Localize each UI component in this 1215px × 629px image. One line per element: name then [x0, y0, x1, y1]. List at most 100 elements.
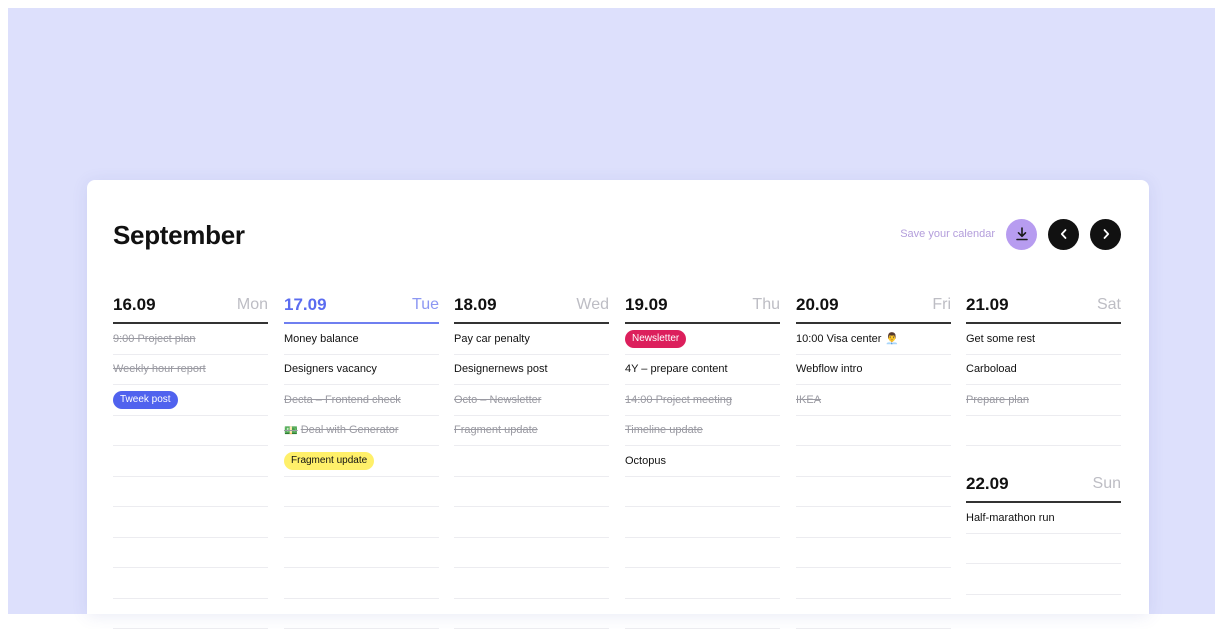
task-text: Webflow intro: [796, 363, 862, 375]
task-text: IKEA: [796, 394, 821, 406]
day-name: Tue: [412, 296, 439, 314]
task-tag: Tweek post: [113, 391, 178, 409]
task-slot[interactable]: [454, 507, 609, 538]
task-slot[interactable]: [966, 534, 1121, 565]
task-item[interactable]: Get some rest: [966, 324, 1121, 355]
task-text: Half-marathon run: [966, 512, 1055, 524]
task-slot[interactable]: [625, 538, 780, 569]
day-header: 19.09 Thu: [625, 288, 780, 324]
task-item[interactable]: Fragment update: [454, 416, 609, 447]
task-slot[interactable]: [113, 538, 268, 569]
day-header: 21.09Sat: [966, 288, 1121, 324]
day-date: 16.09: [113, 295, 156, 315]
task-item[interactable]: 14:00 Project meeting: [625, 385, 780, 416]
task-item[interactable]: Octopus: [625, 446, 780, 477]
day-date: 21.09: [966, 295, 1009, 315]
task-slot[interactable]: [796, 507, 951, 538]
coin-stack-icon: 💵: [284, 424, 298, 437]
day-header: 22.09 Sun: [966, 467, 1121, 503]
task-slot[interactable]: [796, 477, 951, 508]
prev-week-button[interactable]: [1048, 219, 1079, 250]
task-item[interactable]: Webflow intro: [796, 355, 951, 386]
task-slot[interactable]: [796, 538, 951, 569]
task-slot[interactable]: [966, 416, 1121, 447]
day-name: Mon: [237, 296, 268, 314]
download-button[interactable]: [1006, 219, 1037, 250]
day-name: Wed: [576, 296, 609, 314]
task-item[interactable]: Money balance: [284, 324, 439, 355]
task-item[interactable]: IKEA: [796, 385, 951, 416]
task-slot[interactable]: [625, 477, 780, 508]
day-date: 19.09: [625, 295, 668, 315]
task-text: Pay car penalty: [454, 333, 530, 345]
day-column: 18.09WedPay car penaltyDesignernews post…: [454, 288, 609, 629]
task-slot[interactable]: [454, 477, 609, 508]
day-name: Fri: [932, 296, 951, 314]
next-week-button[interactable]: [1090, 219, 1121, 250]
task-item[interactable]: Designers vacancy: [284, 355, 439, 386]
task-text: Deal with Generator: [301, 424, 399, 436]
task-slot[interactable]: [113, 507, 268, 538]
day-date: 17.09: [284, 295, 327, 315]
task-text: Money balance: [284, 333, 359, 345]
task-item[interactable]: Newsletter: [625, 324, 780, 355]
day-column-sunday: 22.09 Sun Half-marathon run: [966, 467, 1121, 595]
day-header: 17.09 Tue: [284, 288, 439, 324]
task-item[interactable]: Pay car penalty: [454, 324, 609, 355]
task-slot[interactable]: [966, 564, 1121, 595]
task-slot[interactable]: [454, 568, 609, 599]
task-item[interactable]: 9:00 Project plan: [113, 324, 268, 355]
task-slot[interactable]: [796, 416, 951, 447]
task-item[interactable]: Tweek post: [113, 385, 268, 416]
task-item[interactable]: 4Y – prepare content: [625, 355, 780, 386]
day-header: 16.09 Mon: [113, 288, 268, 324]
task-text: Octo – Newsletter: [454, 394, 541, 406]
task-slot[interactable]: [113, 416, 268, 447]
task-text: 14:00 Project meeting: [625, 394, 732, 406]
task-slot[interactable]: [796, 446, 951, 477]
task-tag: Newsletter: [625, 330, 686, 348]
task-slot[interactable]: [113, 477, 268, 508]
task-item[interactable]: 10:00 Visa center👨‍💼: [796, 324, 951, 355]
task-item[interactable]: Designernews post: [454, 355, 609, 386]
task-item[interactable]: Prepare plan: [966, 385, 1121, 416]
task-item[interactable]: Carboload: [966, 355, 1121, 386]
person-icon: 👨‍💼: [885, 332, 899, 345]
task-item[interactable]: Timeline update: [625, 416, 780, 447]
calendar-toolbar: Save your calendar: [900, 218, 1121, 250]
task-slot[interactable]: [796, 568, 951, 599]
task-item[interactable]: Fragment update: [284, 446, 439, 477]
task-text: Timeline update: [625, 424, 703, 436]
task-text: Weekly hour report: [113, 363, 206, 375]
task-slot[interactable]: [284, 568, 439, 599]
task-text: Designers vacancy: [284, 363, 377, 375]
task-item[interactable]: 💵Deal with Generator: [284, 416, 439, 447]
day-column: 17.09 Tue Money balance Designers vacancy De…: [284, 288, 439, 629]
task-text: Decta – Frontend check: [284, 394, 401, 406]
task-text: Carboload: [966, 363, 1017, 375]
day-column: 19.09 Thu Newsletter 4Y – prepare content 14…: [625, 288, 780, 629]
task-slot[interactable]: [284, 538, 439, 569]
month-title: September: [113, 220, 245, 251]
task-item[interactable]: Half-marathon run: [966, 503, 1121, 534]
task-item[interactable]: Octo – Newsletter: [454, 385, 609, 416]
day-name: Thu: [752, 296, 780, 314]
task-slot[interactable]: [454, 446, 609, 477]
save-calendar-link[interactable]: Save your calendar: [900, 228, 995, 240]
task-slot[interactable]: [284, 477, 439, 508]
task-text: Fragment update: [454, 424, 538, 436]
day-name: Sun: [1093, 475, 1121, 493]
task-item[interactable]: Weekly hour report: [113, 355, 268, 386]
task-item[interactable]: Decta – Frontend check: [284, 385, 439, 416]
task-slot[interactable]: [454, 538, 609, 569]
task-slot[interactable]: [625, 507, 780, 538]
task-slot[interactable]: [113, 568, 268, 599]
task-text: Prepare plan: [966, 394, 1029, 406]
task-text: Get some rest: [966, 333, 1035, 345]
day-date: 22.09: [966, 474, 1009, 494]
day-column: 21.09Sat Get some rest Carboload Prepare pl…: [966, 288, 1121, 595]
task-slot[interactable]: [284, 507, 439, 538]
task-slot[interactable]: [625, 568, 780, 599]
task-slot[interactable]: [113, 446, 268, 477]
chevron-left-icon: [1058, 228, 1070, 240]
